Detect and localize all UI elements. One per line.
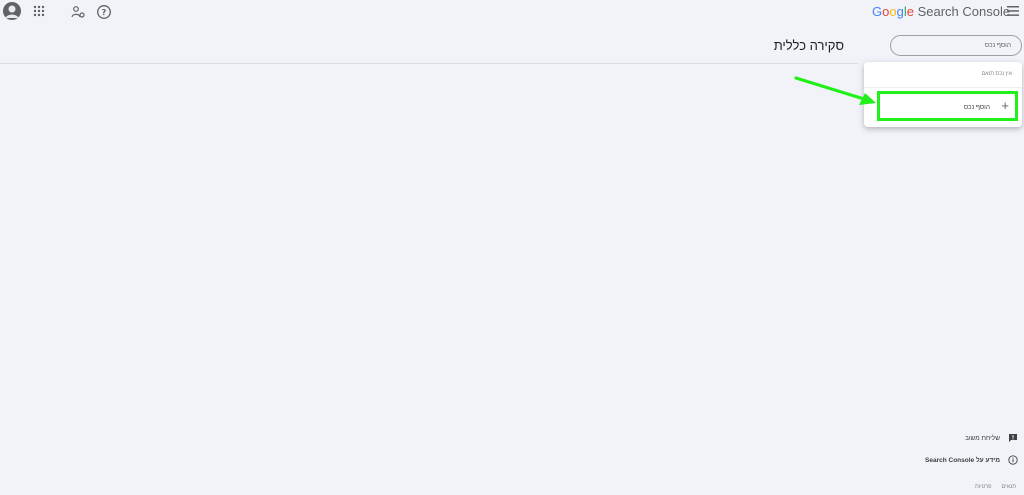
- add-property-button[interactable]: הוסף נכס +: [877, 91, 1018, 121]
- logo-letter: G: [872, 4, 883, 19]
- feedback-label: שליחת משוב: [964, 434, 1000, 442]
- header-divider: [0, 63, 858, 64]
- logo-letter: o: [889, 4, 897, 19]
- plus-icon: +: [1001, 98, 1009, 113]
- no-match-text: אין נכס תואם: [981, 71, 1012, 77]
- logo-letter: e: [906, 4, 914, 19]
- dropdown-divider: [864, 87, 1022, 88]
- feedback-link[interactable]: שליחת משוב: [965, 433, 1018, 443]
- legal-links: תנאים פרטיות: [975, 484, 1016, 490]
- feedback-icon: [1008, 433, 1018, 443]
- top-bar: ? Google Search Console: [0, 0, 1024, 28]
- privacy-link[interactable]: פרטיות: [975, 484, 992, 490]
- account-avatar-icon[interactable]: [3, 2, 21, 20]
- apps-grid-icon[interactable]: [32, 4, 46, 18]
- property-dropdown: אין נכס תואם הוסף נכס +: [864, 62, 1022, 127]
- page-title: סקירה כללית: [773, 38, 844, 53]
- logo-product-name: Search Console: [917, 4, 1011, 19]
- search-console-logo[interactable]: Google Search Console: [872, 4, 1010, 19]
- hamburger-menu-icon[interactable]: [1006, 5, 1020, 17]
- property-search-input[interactable]: הוסף נכס: [890, 35, 1022, 56]
- manage-users-icon[interactable]: [70, 4, 86, 20]
- arrow-annotation: [794, 76, 876, 105]
- about-link[interactable]: מידע על Search Console: [925, 455, 1018, 465]
- help-icon[interactable]: ?: [96, 4, 112, 20]
- logo-letter: g: [896, 4, 904, 19]
- info-icon: [1008, 455, 1018, 465]
- about-label: מידע על Search Console: [925, 456, 1000, 464]
- svg-text:?: ?: [102, 8, 107, 17]
- terms-link[interactable]: תנאים: [1002, 484, 1016, 490]
- add-property-label: הוסף נכס: [963, 104, 990, 111]
